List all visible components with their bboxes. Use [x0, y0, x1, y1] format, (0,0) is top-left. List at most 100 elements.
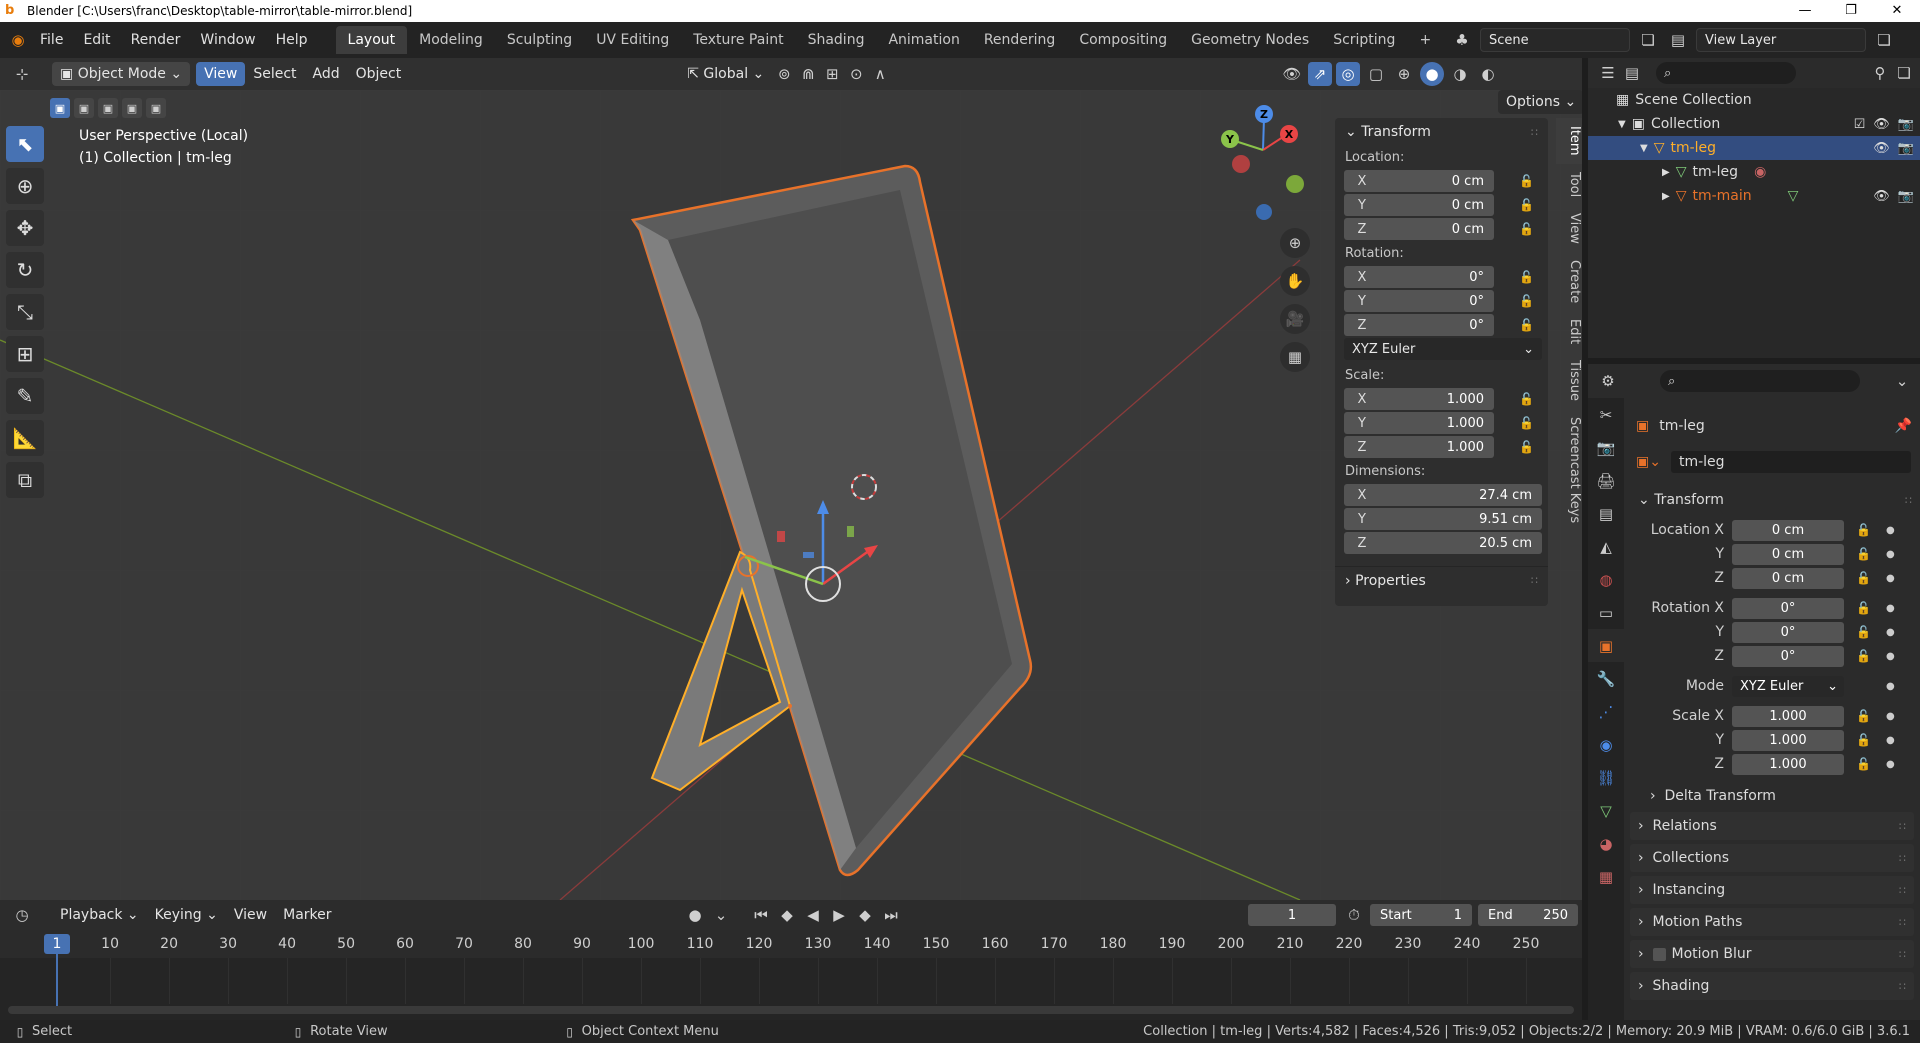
tab-item[interactable]: Item [1556, 118, 1582, 164]
texture-tab-icon[interactable]: ▦ [1588, 860, 1624, 893]
tab-rendering[interactable]: Rendering [972, 26, 1068, 54]
outliner-collection[interactable]: ▼ ▣ Collection ☑ 👁 📷 [1588, 112, 1920, 136]
object-tab-icon[interactable]: ▣ [1588, 629, 1624, 662]
keyframe-dot-icon[interactable]: ● [1886, 735, 1895, 746]
zoom-icon[interactable]: ⊕ [1280, 228, 1310, 258]
properties-search-input[interactable]: ⌕ [1660, 370, 1860, 392]
eye-icon[interactable]: 👁 [1873, 189, 1890, 204]
select-box-tool-icon[interactable]: ⬉ [6, 126, 44, 162]
section-motion-paths[interactable]: › Motion Paths ∷ [1630, 908, 1914, 936]
rotation-z-field[interactable]: Z 0° 🔓 [1344, 314, 1534, 336]
lock-icon[interactable]: 🔓 [1519, 270, 1535, 284]
location-y-field[interactable]: Y 0 cm 🔓 [1344, 194, 1534, 216]
annotate-tool-icon[interactable]: ✎ [6, 378, 44, 414]
render-tab-icon[interactable]: 📷 [1588, 431, 1624, 464]
tab-compositing[interactable]: Compositing [1067, 26, 1179, 54]
keyframe-dot-icon[interactable]: ● [1886, 549, 1895, 560]
collection-tab-icon[interactable]: ▭ [1588, 596, 1624, 629]
tab-create[interactable]: Create [1556, 252, 1582, 311]
lock-icon[interactable]: 🔓 [1519, 392, 1535, 406]
playback-menu[interactable]: Playback ⌄ [52, 903, 147, 927]
nav-neg-y-ball[interactable] [1286, 175, 1304, 193]
lock-icon[interactable]: 🔓 [1519, 198, 1535, 212]
output-tab-icon[interactable]: 🖨 [1588, 464, 1624, 497]
scale-tool-icon[interactable]: ⤡ [6, 294, 44, 330]
scale-z-field[interactable]: Z 1.000 🔓 [1344, 436, 1534, 458]
keyframe-dot-icon[interactable]: ● [1886, 759, 1895, 770]
timeline-scrollbar[interactable] [8, 1006, 1574, 1014]
select-invert-icon[interactable]: ▣ [122, 98, 142, 118]
scene-selector[interactable]: Scene [1480, 28, 1630, 52]
tab-tissue[interactable]: Tissue [1556, 352, 1582, 409]
properties-panel-header[interactable]: › Properties ∷ [1335, 566, 1548, 594]
outliner-item-tm-leg-mesh[interactable]: ▶ ▽ tm-leg ◉ [1588, 160, 1920, 184]
pin-icon[interactable]: 📌 [1895, 418, 1912, 434]
checkbox-icon[interactable]: ☑ [1854, 117, 1866, 132]
lock-icon[interactable]: 🔓 [1519, 294, 1535, 308]
camera-icon[interactable]: 📷 [1898, 189, 1914, 204]
view-layer-tab-icon[interactable]: ▤ [1588, 497, 1624, 530]
tab-modeling[interactable]: Modeling [407, 26, 495, 54]
scene-tab-icon[interactable]: ◭ [1588, 530, 1624, 563]
chevron-down-icon[interactable]: ⌄ [709, 903, 733, 927]
lock-icon[interactable]: 🔓 [1856, 757, 1871, 771]
rotate-tool-icon[interactable]: ↻ [6, 252, 44, 288]
options-button[interactable]: Options ⌄ [1498, 90, 1582, 114]
dimensions-x-field[interactable]: X 27.4 cm [1344, 484, 1542, 506]
chevron-down-icon[interactable]: ▼ [1640, 143, 1648, 154]
section-relations[interactable]: › Relations ∷ [1630, 812, 1914, 840]
maximize-button[interactable]: ❐ [1828, 0, 1874, 22]
timeline-view-menu[interactable]: View [226, 903, 275, 927]
lock-icon[interactable]: 🔓 [1856, 625, 1871, 639]
panel-grip-icon[interactable]: ∷ [1899, 980, 1906, 993]
tab-animation[interactable]: Animation [876, 26, 971, 54]
menu-file[interactable]: File [30, 32, 73, 48]
rotation-x-field[interactable]: X 0° 🔓 [1344, 266, 1534, 288]
menu-render[interactable]: Render [121, 32, 191, 48]
tab-screencast-keys[interactable]: Screencast Keys [1556, 409, 1582, 531]
snap-target-icon[interactable]: ⊞ [820, 62, 844, 86]
tab-edit[interactable]: Edit [1556, 311, 1582, 352]
world-tab-icon[interactable]: ◍ [1588, 563, 1624, 596]
outliner-editor-icon[interactable]: ☰ [1596, 61, 1620, 85]
jump-start-icon[interactable]: ⏮ [749, 903, 773, 927]
orientation-selector[interactable]: ⇱ Global ⌄ [679, 62, 772, 86]
chevron-right-icon[interactable]: ▶ [1662, 167, 1670, 178]
current-frame-field[interactable]: 1 [1248, 904, 1336, 926]
dimensions-y-field[interactable]: Y 9.51 cm [1344, 508, 1542, 530]
location-y-input[interactable]: 0 cm [1732, 543, 1844, 565]
particles-tab-icon[interactable]: ⋰ [1588, 695, 1624, 728]
stopwatch-icon[interactable]: ⏱ [1342, 903, 1366, 927]
modifier-tab-icon[interactable]: 🔧 [1588, 662, 1624, 695]
panel-grip-icon[interactable]: ∷ [1899, 884, 1906, 897]
proportional-edit-icon[interactable]: ⊙ [844, 62, 868, 86]
select-new-icon[interactable]: ▣ [50, 98, 70, 118]
chevron-down-icon[interactable]: ⌄ [1890, 369, 1914, 393]
outliner-search-input[interactable]: ⌕ [1656, 62, 1796, 84]
filter-icon[interactable]: ⚲ [1868, 61, 1892, 85]
minimize-button[interactable]: — [1782, 0, 1828, 22]
visibility-icon[interactable]: 👁 [1280, 62, 1304, 86]
prev-keyframe-icon[interactable]: ◆ [775, 903, 799, 927]
mode-selector[interactable]: ▣ Object Mode ⌄ [52, 62, 191, 86]
view-layer-icon[interactable]: ▤ [1666, 28, 1690, 52]
lock-icon[interactable]: 🔓 [1856, 547, 1871, 561]
eye-icon[interactable]: 👁 [1873, 117, 1890, 132]
menu-help[interactable]: Help [266, 32, 318, 48]
rotation-y-field[interactable]: Y 0° 🔓 [1344, 290, 1534, 312]
panel-grip-icon[interactable]: ∷ [1531, 126, 1538, 139]
scene-icon[interactable]: ♣ [1450, 28, 1474, 52]
new-collection-icon[interactable]: ❏ [1892, 61, 1916, 85]
lock-icon[interactable]: 🔓 [1519, 440, 1535, 454]
section-instancing[interactable]: › Instancing ∷ [1630, 876, 1914, 904]
next-keyframe-icon[interactable]: ◆ [853, 903, 877, 927]
outliner-item-tm-leg[interactable]: ▼ ▽ tm-leg 👁 📷 [1588, 136, 1920, 160]
wireframe-shading-icon[interactable]: ⊕ [1392, 62, 1416, 86]
transform-panel-header[interactable]: ⌄ Transform ∷ [1335, 118, 1548, 146]
select-subtract-icon[interactable]: ▣ [98, 98, 118, 118]
gizmo-toggle-icon[interactable]: ⇗ [1308, 62, 1332, 86]
falloff-icon[interactable]: ∧ [868, 62, 892, 86]
chevron-right-icon[interactable]: ▶ [1662, 191, 1670, 202]
tab-tool[interactable]: Tool [1556, 164, 1582, 205]
xray-icon[interactable]: ▢ [1364, 62, 1388, 86]
